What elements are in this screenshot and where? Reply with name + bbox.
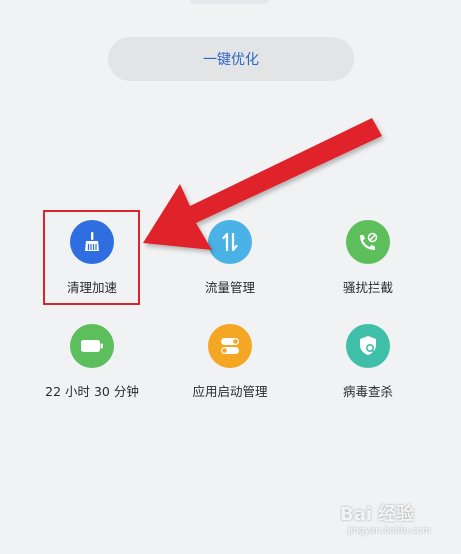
baidu-jingyan-watermark: Bai 经验 jingyan.baidu.com bbox=[340, 504, 432, 536]
tool-label: 应用启动管理 bbox=[192, 384, 268, 399]
tool-label: 病毒查杀 bbox=[342, 384, 393, 399]
tool-label: 22 小时 30 分钟 bbox=[45, 384, 139, 399]
tool-battery[interactable]: 22 小时 30 分钟 bbox=[32, 316, 152, 412]
top-element-edge bbox=[190, 0, 270, 4]
tool-label: 流量管理 bbox=[204, 280, 255, 295]
annotation-highlight-box bbox=[43, 210, 140, 305]
call-block-icon bbox=[346, 220, 390, 264]
tool-harassment-block[interactable]: 骚扰拦截 bbox=[308, 212, 428, 308]
toggle-icon bbox=[208, 324, 252, 368]
tool-data-traffic[interactable]: 流量管理 bbox=[170, 212, 290, 308]
shield-scan-icon bbox=[346, 324, 390, 368]
optimize-label: 一键优化 bbox=[203, 52, 259, 68]
one-click-optimize-button[interactable]: 一键优化 bbox=[108, 37, 354, 81]
battery-icon bbox=[70, 324, 114, 368]
tool-label: 骚扰拦截 bbox=[342, 280, 393, 295]
tool-virus-scan[interactable]: 病毒查杀 bbox=[308, 316, 428, 412]
data-traffic-icon bbox=[208, 220, 252, 264]
tool-app-launch-management[interactable]: 应用启动管理 bbox=[170, 316, 290, 412]
